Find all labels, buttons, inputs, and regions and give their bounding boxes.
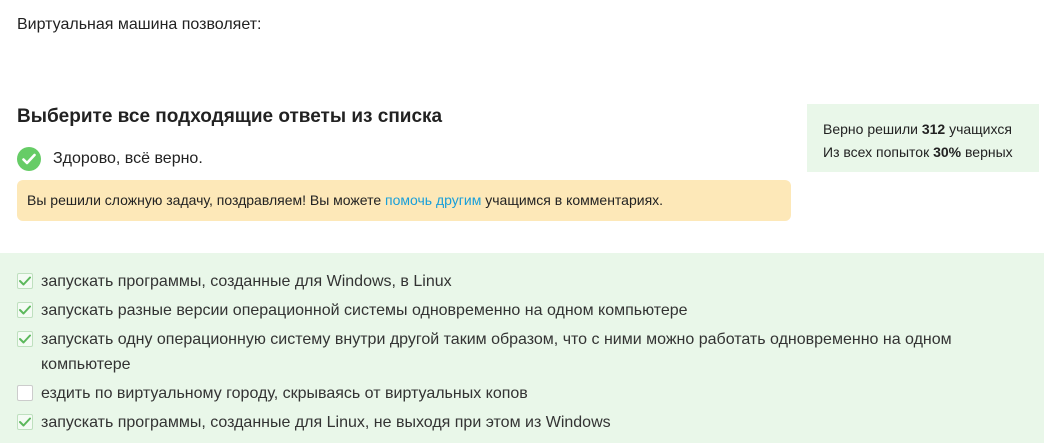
- notice-text-before: Вы решили сложную задачу, поздравляем! В…: [27, 192, 386, 208]
- stats-panel: Верно решили 312 учащихся Из всех попыто…: [807, 104, 1039, 172]
- stats-solved-count: 312: [921, 121, 946, 137]
- check-circle-icon: [17, 147, 41, 171]
- notice-text-after: учащимся в комментариях.: [481, 192, 664, 208]
- stats-solved-line: Верно решили 312 учащихся: [823, 118, 1023, 141]
- checkmark-icon: [19, 334, 31, 344]
- stats-attempts-line: Из всех попыток 30% верных: [823, 141, 1023, 164]
- option-item[interactable]: запускать программы, созданные для Linux…: [0, 410, 1044, 435]
- option-label: запускать разные версии операционной сис…: [41, 302, 688, 319]
- stats-attempts-prefix: Из всех попыток: [823, 144, 934, 160]
- success-notice: Вы решили сложную задачу, поздравляем! В…: [17, 180, 791, 221]
- result-status: Здорово, всё верно.: [17, 147, 203, 171]
- option-checkbox[interactable]: [17, 385, 33, 401]
- option-checkbox[interactable]: [17, 302, 33, 318]
- checkmark-icon: [19, 305, 31, 315]
- checkmark-icon: [19, 417, 31, 427]
- option-label: запускать одну операционную систему внут…: [41, 331, 952, 373]
- question-text: Виртуальная машина позволяет:: [17, 16, 262, 33]
- options-list: запускать программы, созданные для Windo…: [0, 253, 1044, 443]
- option-item[interactable]: ездить по виртуальному городу, скрываясь…: [0, 381, 1044, 406]
- option-item[interactable]: запускать одну операционную систему внут…: [0, 327, 1044, 377]
- option-label: запускать программы, созданные для Linux…: [41, 414, 611, 431]
- checkmark-icon: [19, 276, 31, 286]
- stats-attempts-percent: 30%: [933, 144, 962, 160]
- help-others-link[interactable]: помочь другим: [385, 192, 481, 208]
- option-item[interactable]: запускать разные версии операционной сис…: [0, 298, 1044, 323]
- stats-attempts-suffix: верных: [961, 144, 1013, 160]
- option-item[interactable]: запускать программы, созданные для Windo…: [0, 269, 1044, 294]
- stats-solved-suffix: учащихся: [945, 121, 1012, 137]
- option-checkbox[interactable]: [17, 414, 33, 430]
- option-checkbox[interactable]: [17, 273, 33, 289]
- task-heading: Выберите все подходящие ответы из списка: [17, 106, 443, 127]
- option-label: запускать программы, созданные для Windo…: [41, 273, 452, 290]
- option-label: ездить по виртуальному городу, скрываясь…: [41, 385, 528, 402]
- stats-solved-prefix: Верно решили: [823, 121, 922, 137]
- result-text: Здорово, всё верно.: [53, 150, 203, 167]
- option-checkbox[interactable]: [17, 331, 33, 347]
- step-page: Виртуальная машина позволяет: Выберите в…: [0, 0, 1044, 443]
